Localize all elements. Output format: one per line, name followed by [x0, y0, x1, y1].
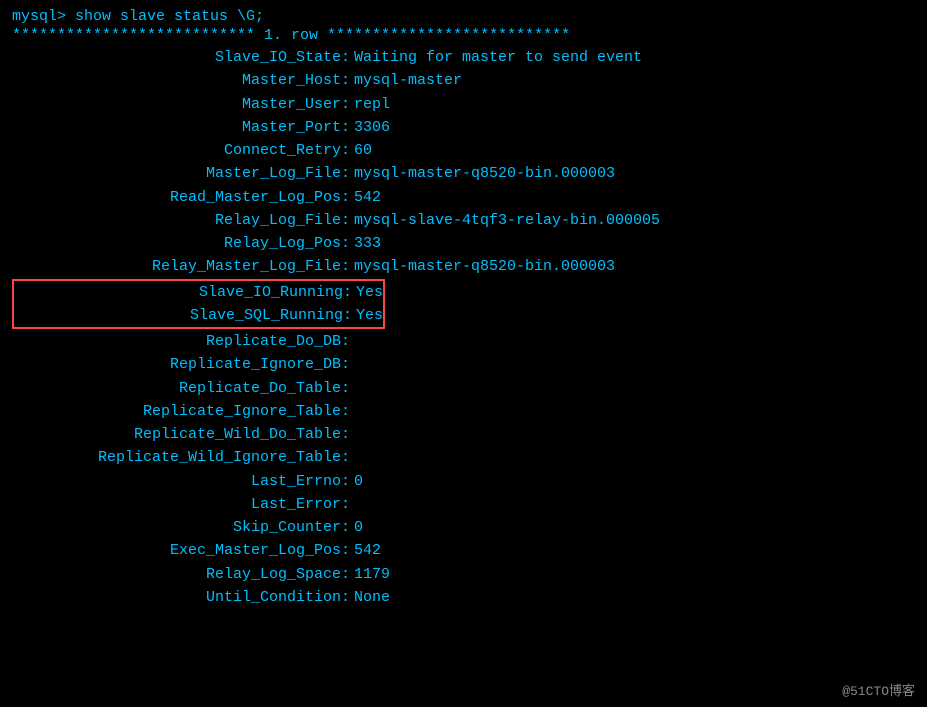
table-row: Read_Master_Log_Pos: 542	[12, 186, 915, 209]
table-row: Skip_Counter: 0	[12, 516, 915, 539]
field-name: Relay_Log_File:	[12, 209, 352, 232]
field-value: mysql-master	[352, 69, 462, 92]
field-value	[352, 353, 354, 376]
field-value: Yes	[354, 304, 383, 327]
table-row: Master_User: repl	[12, 93, 915, 116]
table-row: Relay_Log_File: mysql-slave-4tqf3-relay-…	[12, 209, 915, 232]
table-row: Replicate_Wild_Ignore_Table:	[12, 446, 915, 469]
table-row: Replicate_Do_DB:	[12, 330, 915, 353]
field-value: 60	[352, 139, 372, 162]
field-value	[352, 330, 354, 353]
table-row: Slave_IO_Running: Yes	[14, 281, 383, 304]
field-name: Connect_Retry:	[12, 139, 352, 162]
field-value: 1179	[352, 563, 390, 586]
field-name: Replicate_Ignore_DB:	[12, 353, 352, 376]
field-name: Last_Error:	[12, 493, 352, 516]
field-value	[352, 493, 354, 516]
table-row: Replicate_Wild_Do_Table:	[12, 423, 915, 446]
field-value: 542	[352, 539, 381, 562]
field-value: mysql-slave-4tqf3-relay-bin.000005	[352, 209, 660, 232]
watermark: @51CTO博客	[842, 680, 915, 699]
field-value	[352, 446, 354, 469]
field-name: Relay_Master_Log_File:	[12, 255, 352, 278]
table-row: Connect_Retry: 60	[12, 139, 915, 162]
field-value: 3306	[352, 116, 390, 139]
field-value: Waiting for master to send event	[352, 46, 642, 69]
field-name: Replicate_Do_DB:	[12, 330, 352, 353]
table-row: Master_Port: 3306	[12, 116, 915, 139]
field-name: Master_Log_File:	[12, 162, 352, 185]
field-name: Replicate_Wild_Do_Table:	[12, 423, 352, 446]
table-row: Last_Errno: 0	[12, 470, 915, 493]
field-name: Last_Errno:	[12, 470, 352, 493]
field-value	[352, 377, 354, 400]
table-row: Relay_Log_Space: 1179	[12, 563, 915, 586]
table-row: Master_Log_File: mysql-master-q8520-bin.…	[12, 162, 915, 185]
table-row: Last_Error:	[12, 493, 915, 516]
field-value: 542	[352, 186, 381, 209]
field-value: 0	[352, 470, 363, 493]
prompt-line: mysql> show slave status \G;	[12, 8, 915, 25]
table-row: Slave_SQL_Running: Yes	[14, 304, 383, 327]
field-name: Read_Master_Log_Pos:	[12, 186, 352, 209]
field-name: Master_Host:	[12, 69, 352, 92]
field-value: mysql-master-q8520-bin.000003	[352, 255, 615, 278]
field-name: Master_Port:	[12, 116, 352, 139]
field-name: Replicate_Wild_Ignore_Table:	[12, 446, 352, 469]
output-container: Slave_IO_State: Waiting for master to se…	[12, 46, 915, 609]
field-value	[352, 423, 354, 446]
terminal-window: mysql> show slave status \G; ***********…	[0, 0, 927, 707]
field-value: repl	[352, 93, 390, 116]
field-name: Replicate_Do_Table:	[12, 377, 352, 400]
field-name: Master_User:	[12, 93, 352, 116]
field-name: Relay_Log_Pos:	[12, 232, 352, 255]
field-name: Slave_SQL_Running:	[14, 304, 354, 327]
field-value: None	[352, 586, 390, 609]
field-value: 0	[352, 516, 363, 539]
table-row: Until_Condition: None	[12, 586, 915, 609]
field-name: Until_Condition:	[12, 586, 352, 609]
field-value: Yes	[354, 281, 383, 304]
field-name: Slave_IO_State:	[12, 46, 352, 69]
table-row: Replicate_Do_Table:	[12, 377, 915, 400]
table-row: Relay_Master_Log_File: mysql-master-q852…	[12, 255, 915, 278]
field-value	[352, 400, 354, 423]
table-row: Slave_IO_State: Waiting for master to se…	[12, 46, 915, 69]
field-value: mysql-master-q8520-bin.000003	[352, 162, 615, 185]
field-value: 333	[352, 232, 381, 255]
field-name: Exec_Master_Log_Pos:	[12, 539, 352, 562]
field-name: Slave_IO_Running:	[14, 281, 354, 304]
table-row: Relay_Log_Pos: 333	[12, 232, 915, 255]
table-row: Replicate_Ignore_DB:	[12, 353, 915, 376]
field-name: Replicate_Ignore_Table:	[12, 400, 352, 423]
table-row: Master_Host: mysql-master	[12, 69, 915, 92]
field-name: Relay_Log_Space:	[12, 563, 352, 586]
table-row: Exec_Master_Log_Pos: 542	[12, 539, 915, 562]
field-name: Skip_Counter:	[12, 516, 352, 539]
table-row: Replicate_Ignore_Table:	[12, 400, 915, 423]
separator-line: *************************** 1. row *****…	[12, 27, 915, 44]
